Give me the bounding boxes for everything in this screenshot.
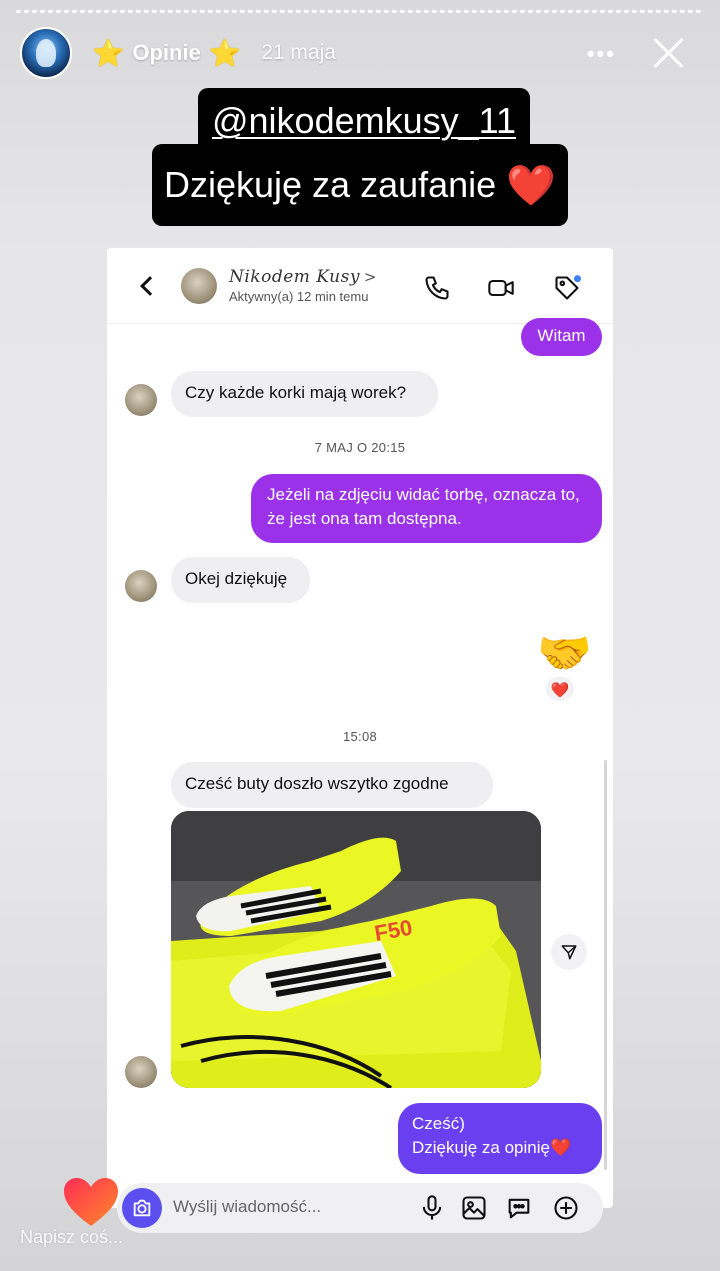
camera-button[interactable] [122, 1188, 162, 1228]
timestamp: 15:08 [342, 729, 378, 744]
message-composer: Wyślij wiadomość... [117, 1183, 603, 1233]
sticker-icon[interactable] [505, 1194, 533, 1222]
like-heart-icon[interactable] [62, 1176, 120, 1228]
close-icon[interactable] [650, 33, 686, 69]
message-incoming: Czy każde korki mają worek? [171, 371, 438, 417]
chat-screenshot: Nikodem Kusy > Aktywny(a) 12 min temu Wit… [107, 248, 613, 1208]
heart-emoji: ❤️ [506, 164, 557, 208]
timestamp: 7 MAJ O 20:15 [314, 440, 406, 455]
camera-icon [133, 1199, 151, 1217]
tag-icon[interactable] [553, 274, 581, 302]
caption-thanks-text: Dziękuję za zaufanie [163, 164, 497, 205]
story-reply-input[interactable]: Napisz coś... [20, 1227, 123, 1248]
sender-avatar [125, 384, 157, 416]
story-date: 21 maja [261, 41, 336, 64]
handshake-emoji: 🤝 [537, 629, 592, 678]
send-icon [561, 945, 577, 960]
contact-avatar[interactable] [181, 267, 217, 304]
story-progress-bar [16, 10, 704, 13]
story-avatar[interactable] [20, 27, 72, 79]
message-incoming: Cześć buty doszło wszytko zgodne [171, 762, 493, 808]
scrollbar[interactable] [604, 760, 607, 1170]
contact-info[interactable]: Nikodem Kusy > Aktywny(a) 12 min temu [229, 267, 377, 304]
story-highlight-name: Opinie [132, 40, 201, 65]
story-title: ⭐ Opinie ⭐ 21 maja [92, 40, 336, 66]
message-outgoing: Witam [521, 318, 602, 356]
chevron-right-icon: > [363, 268, 377, 286]
contact-name: Nikodem Kusy [229, 267, 360, 287]
back-arrow-icon[interactable] [140, 275, 160, 296]
sender-avatar [125, 1056, 157, 1088]
microphone-icon[interactable] [418, 1194, 446, 1222]
message-input[interactable]: Wyślij wiadomość... [173, 1197, 321, 1217]
reaction-heart[interactable]: ❤️ [544, 675, 576, 703]
boots-photo: F50 [171, 811, 541, 1088]
story-header: ⭐ Opinie ⭐ 21 maja ••• [20, 27, 700, 79]
message-outgoing: Cześć) Dziękuję za opinię❤️ [398, 1103, 602, 1174]
message-incoming: Okej dziękuję [171, 557, 310, 603]
contact-status: Aktywny(a) 12 min temu [229, 289, 369, 304]
caption-thanks: Dziękuję za zaufanie ❤️ [152, 144, 568, 226]
chat-header: Nikodem Kusy > Aktywny(a) 12 min temu [107, 248, 613, 324]
heart-emoji: ❤️ [549, 1138, 572, 1157]
share-button[interactable] [551, 934, 587, 970]
phone-icon[interactable] [423, 274, 451, 302]
message-outgoing: Jeżeli na zdjęciu widać torbę, oznacza t… [251, 474, 602, 543]
video-call-icon[interactable] [487, 274, 515, 302]
star-icon: ⭐ [208, 38, 242, 68]
plus-icon[interactable] [552, 1194, 580, 1222]
sender-avatar [125, 570, 157, 602]
message-line: Cześć) [412, 1114, 465, 1133]
photo-message[interactable]: F50 [171, 811, 541, 1088]
gallery-icon[interactable] [460, 1194, 488, 1222]
more-options-button[interactable]: ••• [587, 41, 616, 67]
caption-handle-text: @nikodemkusy_11 [211, 100, 517, 141]
message-line: Dziękuję za opinię [412, 1138, 550, 1157]
star-icon: ⭐ [92, 38, 125, 68]
